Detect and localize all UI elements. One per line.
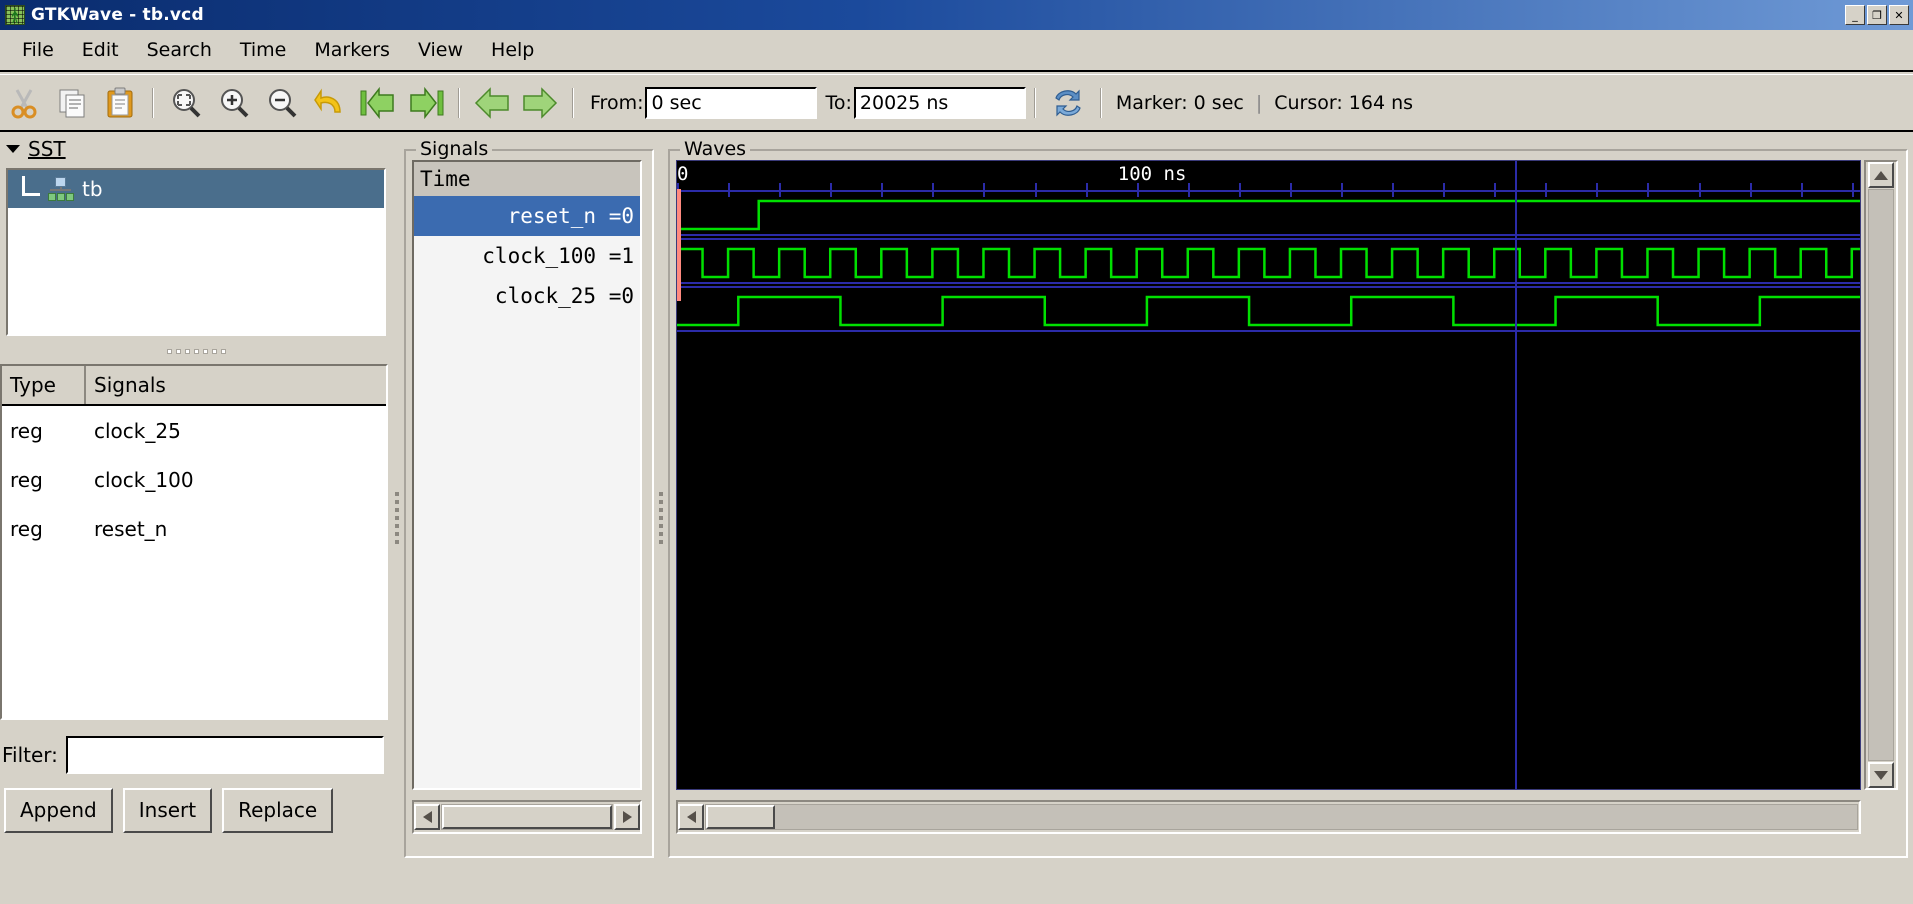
chevron-down-icon[interactable] xyxy=(6,145,20,153)
scroll-thumb xyxy=(442,805,612,829)
from-input[interactable] xyxy=(645,87,817,119)
toolbar-separator-3 xyxy=(572,88,574,118)
menubar: File Edit Search Time Markers View Help xyxy=(0,30,1913,72)
sst-signals-splitter[interactable] xyxy=(390,132,404,904)
gtkwave-icon xyxy=(5,5,25,25)
paste-icon[interactable] xyxy=(99,81,141,125)
to-label: To: xyxy=(825,92,851,114)
filter-input[interactable] xyxy=(66,736,384,774)
signals-name-list[interactable]: Time reset_n =0 clock_100 =1 clock_25 =0 xyxy=(412,160,642,790)
hierarchy-icon xyxy=(46,177,74,201)
zoom-end-icon[interactable] xyxy=(405,81,447,125)
zoom-in-icon[interactable] xyxy=(213,81,255,125)
to-input[interactable] xyxy=(854,87,1026,119)
column-header-signals[interactable]: Signals xyxy=(86,366,386,404)
scroll-left-button[interactable] xyxy=(414,804,440,830)
menu-edit[interactable]: Edit xyxy=(68,35,133,65)
filter-row: Filter: xyxy=(0,732,388,778)
cut-icon[interactable] xyxy=(3,81,45,125)
insert-button[interactable]: Insert xyxy=(123,788,212,833)
scroll-trough-vertical[interactable] xyxy=(1868,189,1894,761)
scroll-trough[interactable] xyxy=(705,804,1858,830)
sst-panel: SST tb Type Signals reg clock_25 xyxy=(0,132,398,904)
zoom-out-icon[interactable] xyxy=(261,81,303,125)
menu-search[interactable]: Search xyxy=(133,35,226,65)
scroll-trough[interactable] xyxy=(441,804,613,830)
status-divider: | xyxy=(1256,92,1262,114)
sst-action-buttons: Append Insert Replace xyxy=(0,782,388,838)
sst-panel-label: SST xyxy=(28,137,66,161)
back-arrow-icon[interactable] xyxy=(471,81,513,125)
primary-marker xyxy=(677,189,681,301)
menu-view[interactable]: View xyxy=(404,35,477,65)
menu-time[interactable]: Time xyxy=(226,35,301,65)
forward-arrow-icon[interactable] xyxy=(519,81,561,125)
waveform-canvas[interactable]: 0 100 ns xyxy=(676,160,1861,790)
wave-signal-reset-n[interactable]: reset_n =0 xyxy=(414,196,640,236)
menu-markers[interactable]: Markers xyxy=(300,35,404,65)
zoom-fit-icon[interactable] xyxy=(165,81,207,125)
scroll-thumb xyxy=(706,805,775,829)
toolbar-separator-5 xyxy=(1100,88,1102,118)
toolbar-separator-2 xyxy=(458,88,460,118)
table-row[interactable]: reg clock_100 xyxy=(2,455,386,504)
wave-signal-clock-100[interactable]: clock_100 =1 xyxy=(414,236,640,276)
waves-panel-legend: Waves xyxy=(680,138,750,160)
toolbar-separator xyxy=(152,88,154,118)
cell-signal: clock_100 xyxy=(86,468,386,492)
zoom-undo-icon[interactable] xyxy=(309,81,351,125)
main-content: SST tb Type Signals reg clock_25 xyxy=(0,132,1913,904)
sst-tree-item-tb[interactable]: tb xyxy=(8,170,384,208)
replace-button[interactable]: Replace xyxy=(222,788,333,833)
sst-tree-item-label: tb xyxy=(82,177,103,201)
wave-signal-clock-25[interactable]: clock_25 =0 xyxy=(414,276,640,316)
scroll-left-button[interactable] xyxy=(678,804,704,830)
from-label: From: xyxy=(590,92,643,114)
cell-type: reg xyxy=(2,419,86,443)
cell-type: reg xyxy=(2,517,86,541)
waves-horizontal-scrollbar[interactable] xyxy=(676,800,1861,834)
filter-label: Filter: xyxy=(0,743,58,767)
window-controls: _ ❐ ✕ xyxy=(1845,5,1913,25)
table-header-row: Type Signals xyxy=(2,366,386,406)
scroll-down-button[interactable] xyxy=(1868,762,1894,788)
cursor-marker-line[interactable] xyxy=(1515,161,1517,789)
waves-panel: Waves 0 100 ns xyxy=(668,138,1908,858)
toolbar-separator-4 xyxy=(1034,88,1036,118)
waves-vertical-scrollbar[interactable] xyxy=(1864,160,1898,790)
cursor-status: Cursor: 164 ns xyxy=(1274,92,1413,114)
reload-icon[interactable] xyxy=(1047,81,1089,125)
table-row[interactable]: reg reset_n xyxy=(2,504,386,553)
maximize-button[interactable]: ❐ xyxy=(1867,5,1887,25)
menu-file[interactable]: File xyxy=(8,35,68,65)
signals-panel: Signals Time reset_n =0 clock_100 =1 clo… xyxy=(404,138,654,858)
cell-type: reg xyxy=(2,468,86,492)
close-button[interactable]: ✕ xyxy=(1889,5,1909,25)
table-row[interactable]: reg clock_25 xyxy=(2,406,386,455)
column-header-type[interactable]: Type xyxy=(2,366,86,404)
copy-icon[interactable] xyxy=(51,81,93,125)
pane-resize-grip[interactable] xyxy=(6,340,386,362)
time-column-header: Time xyxy=(414,162,640,196)
menu-help[interactable]: Help xyxy=(477,35,548,65)
zoom-start-icon[interactable] xyxy=(357,81,399,125)
marker-status: Marker: 0 sec xyxy=(1116,92,1244,114)
signals-panel-legend: Signals xyxy=(416,138,492,160)
cell-signal: reset_n xyxy=(86,517,386,541)
tree-branch-icon xyxy=(22,176,40,196)
window-titlebar: GTKWave - tb.vcd _ ❐ ✕ xyxy=(0,0,1913,30)
minimize-button[interactable]: _ xyxy=(1845,5,1865,25)
signals-waves-splitter[interactable] xyxy=(654,132,668,904)
signals-horizontal-scrollbar[interactable] xyxy=(412,800,642,834)
scroll-up-button[interactable] xyxy=(1868,162,1894,188)
cell-signal: clock_25 xyxy=(86,419,386,443)
scroll-right-button[interactable] xyxy=(614,804,640,830)
toolbar: From: To: Marker: 0 sec | Cursor: 164 ns xyxy=(0,74,1913,132)
sst-signal-table[interactable]: Type Signals reg clock_25 reg clock_100 … xyxy=(0,364,388,720)
sst-tree[interactable]: tb xyxy=(6,168,386,336)
append-button[interactable]: Append xyxy=(4,788,113,833)
window-title: GTKWave - tb.vcd xyxy=(31,5,204,25)
sst-header[interactable]: SST xyxy=(0,132,398,166)
